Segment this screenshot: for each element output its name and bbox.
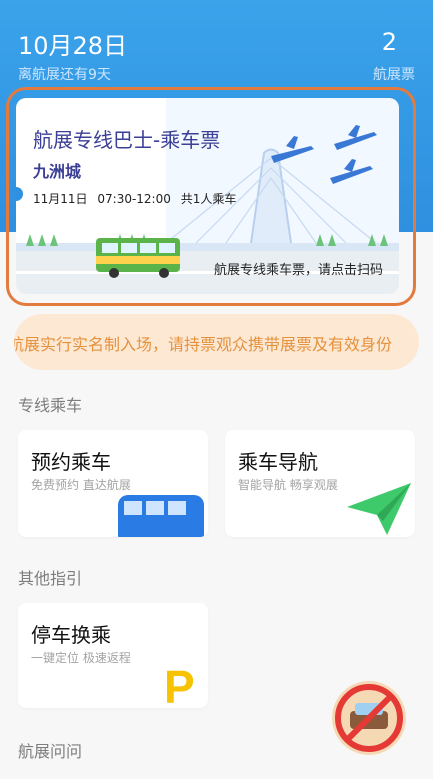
ticket-time: 07:30-12:00 [97,192,171,206]
no-car-button[interactable] [332,681,406,755]
card-ride-navigation-subtitle: 智能导航 畅享观展 [238,478,338,492]
section-title-faq: 航展问问 [18,742,83,761]
bus-ticket-card[interactable]: 航展专线巴士-乘车票 九洲城 11月11日 07:30-12:00 共1人乘车 … [16,98,399,294]
bus-icon [118,495,204,537]
ticket-count-label[interactable]: 航展票 [373,64,415,84]
section-title-other: 其他指引 [18,569,83,588]
ticket-title: 航展专线巴士-乘车票 [33,128,221,152]
card-book-ride[interactable]: 预约乘车 免费预约 直达航展 [18,430,208,537]
airshow-countdown: 离航展还有9天 [18,67,111,83]
notice-text: 航展实行实名制入场，请持票观众携带展票及有效身份 [14,335,393,354]
card-parking-title: 停车换乘 [31,623,111,647]
ticket-count[interactable]: 2 [382,28,397,56]
card-parking-transfer[interactable]: 停车换乘 一键定位 极速返程 P [18,603,208,708]
ticket-destination: 九洲城 [33,162,82,181]
ticket-date: 11月11日 [33,192,88,206]
card-parking-subtitle: 一键定位 极速返程 [31,651,131,665]
scan-hint[interactable]: 航展专线乘车票，请点击扫码 [214,259,383,278]
no-car-icon [335,684,403,752]
parking-icon: P [164,661,195,708]
card-ride-navigation[interactable]: 乘车导航 智能导航 畅享观展 [225,430,415,537]
ticket-passengers: 共1人乘车 [180,192,237,206]
section-title-shuttle: 专线乘车 [18,396,83,415]
ticket-info: 11月11日 07:30-12:00 共1人乘车 [33,190,242,207]
notice-banner: 航展实行实名制入场，请持票观众携带展票及有效身份 [14,314,419,370]
paper-plane-icon [347,483,411,535]
svg-text:P: P [164,661,195,708]
current-date: 10月28日 [18,32,128,60]
bus-illustration [96,238,180,278]
card-book-ride-title: 预约乘车 [31,450,111,474]
card-ride-navigation-title: 乘车导航 [238,450,318,474]
